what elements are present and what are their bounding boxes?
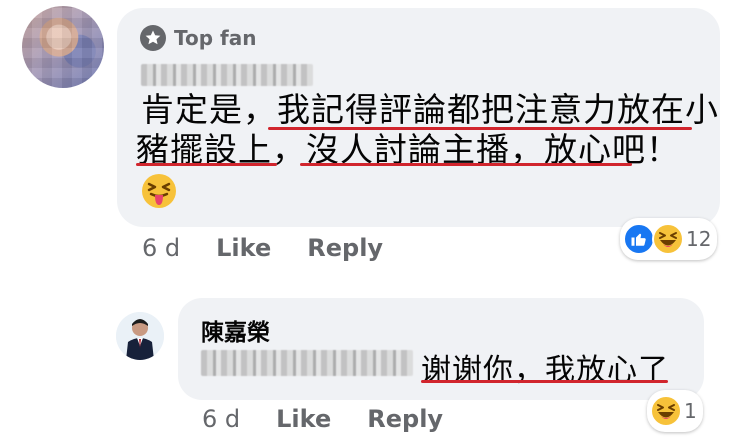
reply-author-name[interactable]: 陳嘉榮 (201, 313, 270, 347)
reply-author-avatar[interactable] (116, 312, 164, 360)
reply-like-button[interactable]: Like (276, 405, 331, 433)
reaction-summary[interactable]: 12 (620, 218, 718, 260)
blurred-commenter-name[interactable] (141, 64, 313, 86)
like-icon (623, 223, 655, 255)
reply-actions: 6 d Like Reply (202, 405, 443, 433)
squinting-tongue-emoji-icon (142, 174, 176, 208)
red-underline (421, 380, 668, 383)
red-underline (300, 163, 632, 166)
red-underline (136, 163, 277, 166)
reply-timestamp[interactable]: 6 d (202, 405, 240, 433)
blurred-mention[interactable] (201, 350, 413, 376)
reply-button[interactable]: Reply (307, 234, 383, 262)
comment-actions: 6 d Like Reply (142, 234, 383, 262)
top-fan-label: Top fan (174, 26, 257, 50)
comment-timestamp[interactable]: 6 d (142, 234, 180, 262)
laugh-icon (650, 395, 682, 427)
comment-text-line-1: 肯定是，我記得評論都把注意力放在小 (141, 90, 719, 129)
commenter-avatar[interactable] (22, 6, 104, 88)
top-fan-badge: Top fan (140, 24, 256, 52)
laugh-icon (652, 223, 684, 255)
reply-reply-button[interactable]: Reply (367, 405, 443, 433)
comment-text-line-2: 豬擺設上，沒人討論主播，放心吧！ (136, 130, 680, 169)
star-icon (140, 25, 166, 51)
reply-reaction-count: 1 (684, 399, 697, 423)
like-button[interactable]: Like (216, 234, 271, 262)
reaction-count: 12 (686, 227, 712, 251)
reply-reaction-summary[interactable]: 1 (647, 390, 703, 432)
